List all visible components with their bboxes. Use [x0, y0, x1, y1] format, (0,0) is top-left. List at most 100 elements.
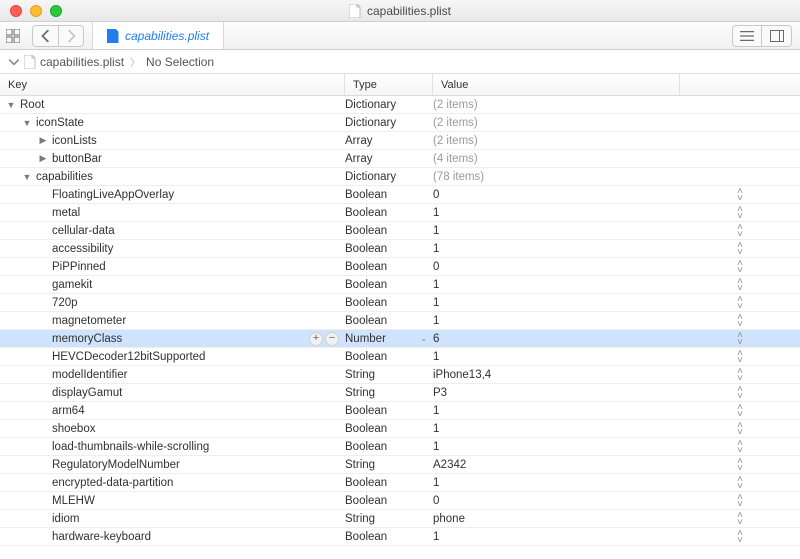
- type-cell[interactable]: Boolean: [345, 351, 433, 363]
- related-items-button[interactable]: [0, 25, 26, 47]
- key-cell[interactable]: idiom: [0, 513, 345, 525]
- key-cell[interactable]: magnetometer: [0, 315, 345, 327]
- key-cell[interactable]: PiPPinned: [0, 261, 345, 273]
- plist-row[interactable]: ▼iconStateDictionary(2 items): [0, 114, 800, 132]
- type-cell[interactable]: Boolean: [345, 531, 433, 543]
- key-cell[interactable]: ▶iconLists: [0, 135, 345, 147]
- key-cell[interactable]: accessibility: [0, 243, 345, 255]
- value-stepper[interactable]: ˄˅: [737, 242, 743, 256]
- type-cell[interactable]: Boolean: [345, 261, 433, 273]
- back-button[interactable]: [32, 25, 58, 47]
- plist-row[interactable]: arm64Boolean1˄˅: [0, 402, 800, 420]
- key-cell[interactable]: HEVCDecoder12bitSupported: [0, 351, 345, 363]
- remove-row-button[interactable]: −: [325, 332, 339, 346]
- value-cell[interactable]: 1: [433, 279, 680, 291]
- plist-row[interactable]: ▶iconListsArray(2 items): [0, 132, 800, 150]
- value-stepper[interactable]: ˄˅: [737, 260, 743, 274]
- assistant-layout-button[interactable]: [762, 25, 792, 47]
- key-cell[interactable]: memoryClass+−: [0, 332, 345, 346]
- plist-row[interactable]: PiPPinnedBoolean0˄˅: [0, 258, 800, 276]
- plist-row[interactable]: idiomStringphone ˄˅: [0, 510, 800, 528]
- disclosure-triangle-icon[interactable]: ▼: [22, 118, 32, 128]
- type-cell[interactable]: Dictionary: [345, 99, 433, 111]
- tab-capabilities-plist[interactable]: capabilities.plist: [92, 22, 224, 49]
- jump-bar-toggle-icon[interactable]: [8, 56, 20, 68]
- value-cell[interactable]: 1: [433, 315, 680, 327]
- value-cell[interactable]: 1: [433, 207, 680, 219]
- type-cell[interactable]: String: [345, 513, 433, 525]
- minimize-window-button[interactable]: [30, 5, 42, 17]
- value-cell[interactable]: A2342: [433, 459, 680, 471]
- column-header-key[interactable]: Key: [0, 74, 345, 95]
- disclosure-triangle-icon[interactable]: ▼: [22, 172, 32, 182]
- plist-row[interactable]: RegulatoryModelNumberStringA2342˄˅: [0, 456, 800, 474]
- value-stepper[interactable]: ˄˅: [737, 476, 743, 490]
- key-cell[interactable]: load-thumbnails-while-scrolling: [0, 441, 345, 453]
- value-cell[interactable]: 6: [433, 333, 680, 345]
- key-cell[interactable]: ▶buttonBar: [0, 153, 345, 165]
- plist-row[interactable]: ▶buttonBarArray(4 items): [0, 150, 800, 168]
- value-stepper[interactable]: ˄˅: [737, 206, 743, 220]
- plist-row[interactable]: displayGamutStringP3˄˅: [0, 384, 800, 402]
- value-stepper[interactable]: ˄˅: [737, 458, 743, 472]
- plist-row[interactable]: accessibilityBoolean1˄˅: [0, 240, 800, 258]
- plist-row[interactable]: magnetometerBoolean1˄˅: [0, 312, 800, 330]
- plist-row[interactable]: memoryClass+−Number⌄6˄˅: [0, 330, 800, 348]
- value-cell[interactable]: 1: [433, 243, 680, 255]
- type-cell[interactable]: Boolean: [345, 423, 433, 435]
- type-cell[interactable]: Boolean: [345, 495, 433, 507]
- key-cell[interactable]: shoebox: [0, 423, 345, 435]
- type-cell[interactable]: String: [345, 369, 433, 381]
- forward-button[interactable]: [58, 25, 84, 47]
- value-cell[interactable]: 1: [433, 423, 680, 435]
- value-stepper[interactable]: ˄˅: [737, 530, 743, 544]
- plist-row[interactable]: ▼capabilitiesDictionary(78 items): [0, 168, 800, 186]
- key-cell[interactable]: modelIdentifier: [0, 369, 345, 381]
- plist-row[interactable]: hardware-keyboardBoolean1˄˅: [0, 528, 800, 546]
- type-cell[interactable]: String: [345, 387, 433, 399]
- value-cell[interactable]: (2 items): [433, 99, 680, 111]
- type-cell[interactable]: Boolean: [345, 405, 433, 417]
- outline-view-button[interactable]: [732, 25, 762, 47]
- value-stepper[interactable]: ˄˅: [737, 386, 743, 400]
- type-cell[interactable]: Array: [345, 153, 433, 165]
- type-cell[interactable]: Boolean: [345, 225, 433, 237]
- type-cell[interactable]: Boolean: [345, 279, 433, 291]
- type-cell[interactable]: Boolean: [345, 207, 433, 219]
- key-cell[interactable]: arm64: [0, 405, 345, 417]
- plist-row[interactable]: 720pBoolean1˄˅: [0, 294, 800, 312]
- value-stepper[interactable]: ˄˅: [737, 224, 743, 238]
- plist-row[interactable]: gamekitBoolean1 ˄˅: [0, 276, 800, 294]
- key-cell[interactable]: FloatingLiveAppOverlay: [0, 189, 345, 201]
- value-stepper[interactable]: ˄˅: [737, 350, 743, 364]
- key-cell[interactable]: gamekit: [0, 279, 345, 291]
- value-cell[interactable]: 0: [433, 495, 680, 507]
- type-popup-chevron-icon[interactable]: ⌄: [420, 334, 427, 343]
- value-stepper[interactable]: ˄˅: [737, 278, 743, 292]
- type-cell[interactable]: Number⌄: [345, 333, 433, 345]
- plist-outline[interactable]: ▼RootDictionary(2 items)▼iconStateDictio…: [0, 96, 800, 559]
- plist-row[interactable]: FloatingLiveAppOverlayBoolean0˄˅: [0, 186, 800, 204]
- key-cell[interactable]: hardware-keyboard: [0, 531, 345, 543]
- key-cell[interactable]: 720p: [0, 297, 345, 309]
- value-stepper[interactable]: ˄˅: [737, 314, 743, 328]
- value-cell[interactable]: phone: [433, 513, 680, 525]
- key-cell[interactable]: ▼iconState: [0, 117, 345, 129]
- plist-row[interactable]: load-thumbnails-while-scrollingBoolean1˄…: [0, 438, 800, 456]
- value-cell[interactable]: 1: [433, 477, 680, 489]
- column-header-type[interactable]: Type: [345, 74, 433, 95]
- value-stepper[interactable]: ˄˅: [737, 296, 743, 310]
- plist-row[interactable]: modelIdentifierStringiPhone13,4˄˅: [0, 366, 800, 384]
- plist-row[interactable]: ▼RootDictionary(2 items): [0, 96, 800, 114]
- value-stepper[interactable]: ˄˅: [737, 512, 743, 526]
- plist-row[interactable]: encrypted-data-partitionBoolean1˄˅: [0, 474, 800, 492]
- value-stepper[interactable]: ˄˅: [737, 188, 743, 202]
- type-cell[interactable]: Boolean: [345, 441, 433, 453]
- key-cell[interactable]: displayGamut: [0, 387, 345, 399]
- breadcrumb-file[interactable]: capabilities.plist: [40, 55, 124, 69]
- type-cell[interactable]: String: [345, 459, 433, 471]
- plist-row[interactable]: cellular-dataBoolean1˄˅: [0, 222, 800, 240]
- type-cell[interactable]: Array: [345, 135, 433, 147]
- value-stepper[interactable]: ˄˅: [737, 494, 743, 508]
- value-cell[interactable]: iPhone13,4: [433, 369, 680, 381]
